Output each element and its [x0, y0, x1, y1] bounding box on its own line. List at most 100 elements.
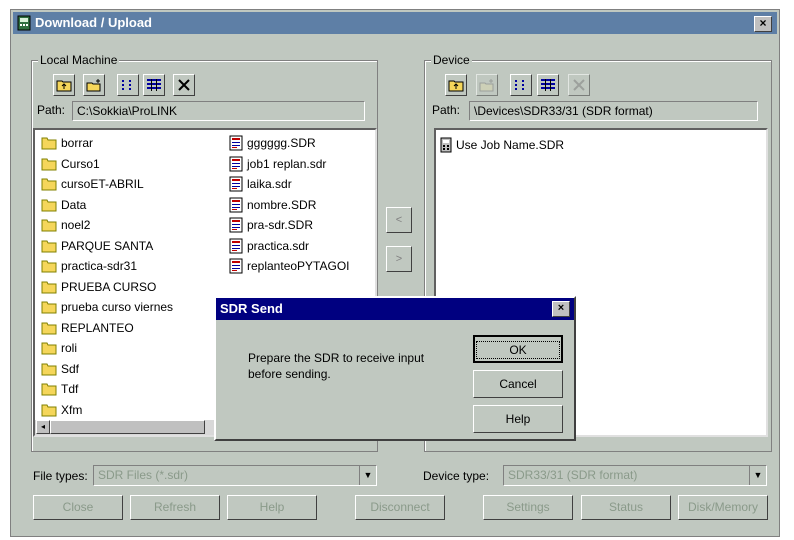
list-view-icon [515, 80, 524, 90]
file-item[interactable]: job1 replan.sdr [229, 155, 326, 173]
file-types-value: SDR Files (*.sdr) [98, 468, 189, 482]
dialog-cancel-button[interactable]: Cancel [473, 370, 563, 398]
file-name: practica.sdr [247, 238, 310, 253]
sdr-file-icon [229, 176, 243, 192]
folder-icon [41, 322, 57, 334]
file-name: pra-sdr.SDR [247, 218, 314, 232]
delete-x-icon [573, 79, 585, 91]
folder-name: noel2 [61, 218, 91, 232]
status-button[interactable]: Status [581, 495, 671, 520]
local-list-view-button[interactable] [117, 74, 139, 96]
folder-item[interactable]: borrar [41, 134, 93, 152]
folder-item[interactable]: practica-sdr31 [41, 257, 137, 275]
window-titlebar[interactable]: Download / Upload × [13, 12, 777, 34]
folder-item[interactable]: REPLANTEO [41, 319, 134, 337]
local-up-folder-button[interactable] [53, 74, 75, 96]
folder-item[interactable]: Sdf [41, 360, 79, 378]
folder-icon [41, 383, 57, 396]
new-folder-icon [479, 79, 494, 92]
folder-icon [41, 158, 57, 170]
close-button[interactable]: Close [33, 495, 123, 520]
file-item[interactable]: laika.sdr [229, 175, 292, 193]
app-icon [17, 15, 31, 31]
folder-name: Curso1 [61, 156, 100, 171]
sdr-send-dialog: SDR Send × Prepare the SDR to receive in… [214, 296, 576, 441]
scroll-left-button[interactable]: ◂ [36, 420, 50, 434]
window-title: Download / Upload [35, 15, 152, 30]
upload-to-local-button[interactable]: < [386, 207, 412, 233]
device-type-combo[interactable]: SDR33/31 (SDR format) ▼ [503, 465, 767, 486]
sdr-file-icon [229, 135, 243, 151]
up-folder-icon [448, 80, 464, 92]
dialog-ok-button[interactable]: OK [473, 335, 563, 363]
device-delete-button[interactable] [568, 74, 590, 96]
device-details-view-button[interactable] [537, 74, 559, 96]
folder-icon [41, 342, 57, 355]
folder-icon [41, 178, 57, 191]
file-item[interactable]: practica.sdr [229, 237, 309, 255]
scroll-thumb[interactable] [50, 420, 205, 434]
list-view-icon [122, 80, 131, 90]
folder-icon [41, 363, 57, 375]
device-file-item[interactable]: Use Job Name.SDR [440, 136, 564, 154]
download-to-device-button[interactable]: > [386, 246, 412, 272]
download-upload-window: Download / Upload × Local Machine Path: … [10, 9, 780, 537]
folder-icon [41, 219, 57, 232]
folder-name: PRUEBA CURSO [61, 279, 157, 294]
file-types-combo[interactable]: SDR Files (*.sdr) ▼ [93, 465, 377, 486]
folder-name: prueba curso viernes [61, 300, 174, 314]
folder-item[interactable]: PARQUE SANTA [41, 237, 153, 255]
sdr-file-icon [229, 197, 243, 212]
file-item[interactable]: gggggg.SDR [229, 134, 316, 152]
device-new-folder-button[interactable] [476, 74, 498, 96]
local-delete-button[interactable] [173, 74, 195, 96]
folder-item[interactable]: cursoET-ABRIL [41, 175, 144, 193]
file-name: laika.sdr [247, 177, 292, 191]
folder-item[interactable]: Tdf [41, 380, 78, 398]
file-item[interactable]: pra-sdr.SDR [229, 216, 313, 234]
sdr-file-icon [229, 217, 243, 233]
file-name: job1 replan.sdr [247, 156, 327, 171]
device-list-view-button[interactable] [510, 74, 532, 96]
folder-name: borrar [61, 136, 94, 150]
folder-item[interactable]: noel2 [41, 216, 90, 234]
folder-item[interactable]: Xfm [41, 401, 82, 419]
folder-name: Sdf [61, 361, 80, 376]
sdr-file-icon [229, 238, 243, 253]
file-item[interactable]: nombre.SDR [229, 196, 316, 214]
folder-name: roli [61, 341, 78, 355]
folder-icon [41, 240, 57, 252]
chevron-down-icon[interactable]: ▼ [359, 466, 376, 485]
refresh-button[interactable]: Refresh [130, 495, 220, 520]
help-button[interactable]: Help [227, 495, 317, 520]
disconnect-button[interactable]: Disconnect [355, 495, 445, 520]
folder-item[interactable]: roli [41, 339, 77, 357]
details-view-icon [541, 79, 555, 91]
disk-memory-button[interactable]: Disk/Memory [678, 495, 768, 520]
folder-icon [41, 301, 57, 314]
folder-item[interactable]: Curso1 [41, 155, 100, 173]
dialog-close-button[interactable]: × [552, 301, 570, 317]
file-name: replanteoPYTAGOI [247, 259, 350, 273]
folder-name: Tdf [61, 382, 79, 396]
dialog-ok-label: OK [476, 341, 560, 359]
dialog-help-button[interactable]: Help [473, 405, 563, 433]
folder-name: PARQUE SANTA [61, 238, 154, 253]
folder-icon [41, 260, 57, 273]
device-path-label: Path: [432, 103, 461, 117]
device-path-field: \Devices\SDR33/31 (SDR format) [469, 101, 758, 121]
window-close-button[interactable]: × [754, 16, 772, 32]
local-details-view-button[interactable] [143, 74, 165, 96]
local-new-folder-button[interactable] [83, 74, 105, 96]
folder-item[interactable]: prueba curso viernes [41, 298, 173, 316]
folder-item[interactable]: PRUEBA CURSO [41, 278, 156, 296]
device-file-name: Use Job Name.SDR [456, 138, 565, 152]
local-path-label: Path: [37, 103, 66, 117]
device-up-folder-button[interactable] [445, 74, 467, 96]
file-types-label: File types: [33, 469, 88, 483]
chevron-down-icon[interactable]: ▼ [749, 466, 766, 485]
settings-button[interactable]: Settings [483, 495, 573, 520]
folder-item[interactable]: Data [41, 196, 86, 214]
dialog-titlebar[interactable]: SDR Send × [216, 298, 574, 320]
file-item[interactable]: replanteoPYTAGOI [229, 257, 350, 275]
